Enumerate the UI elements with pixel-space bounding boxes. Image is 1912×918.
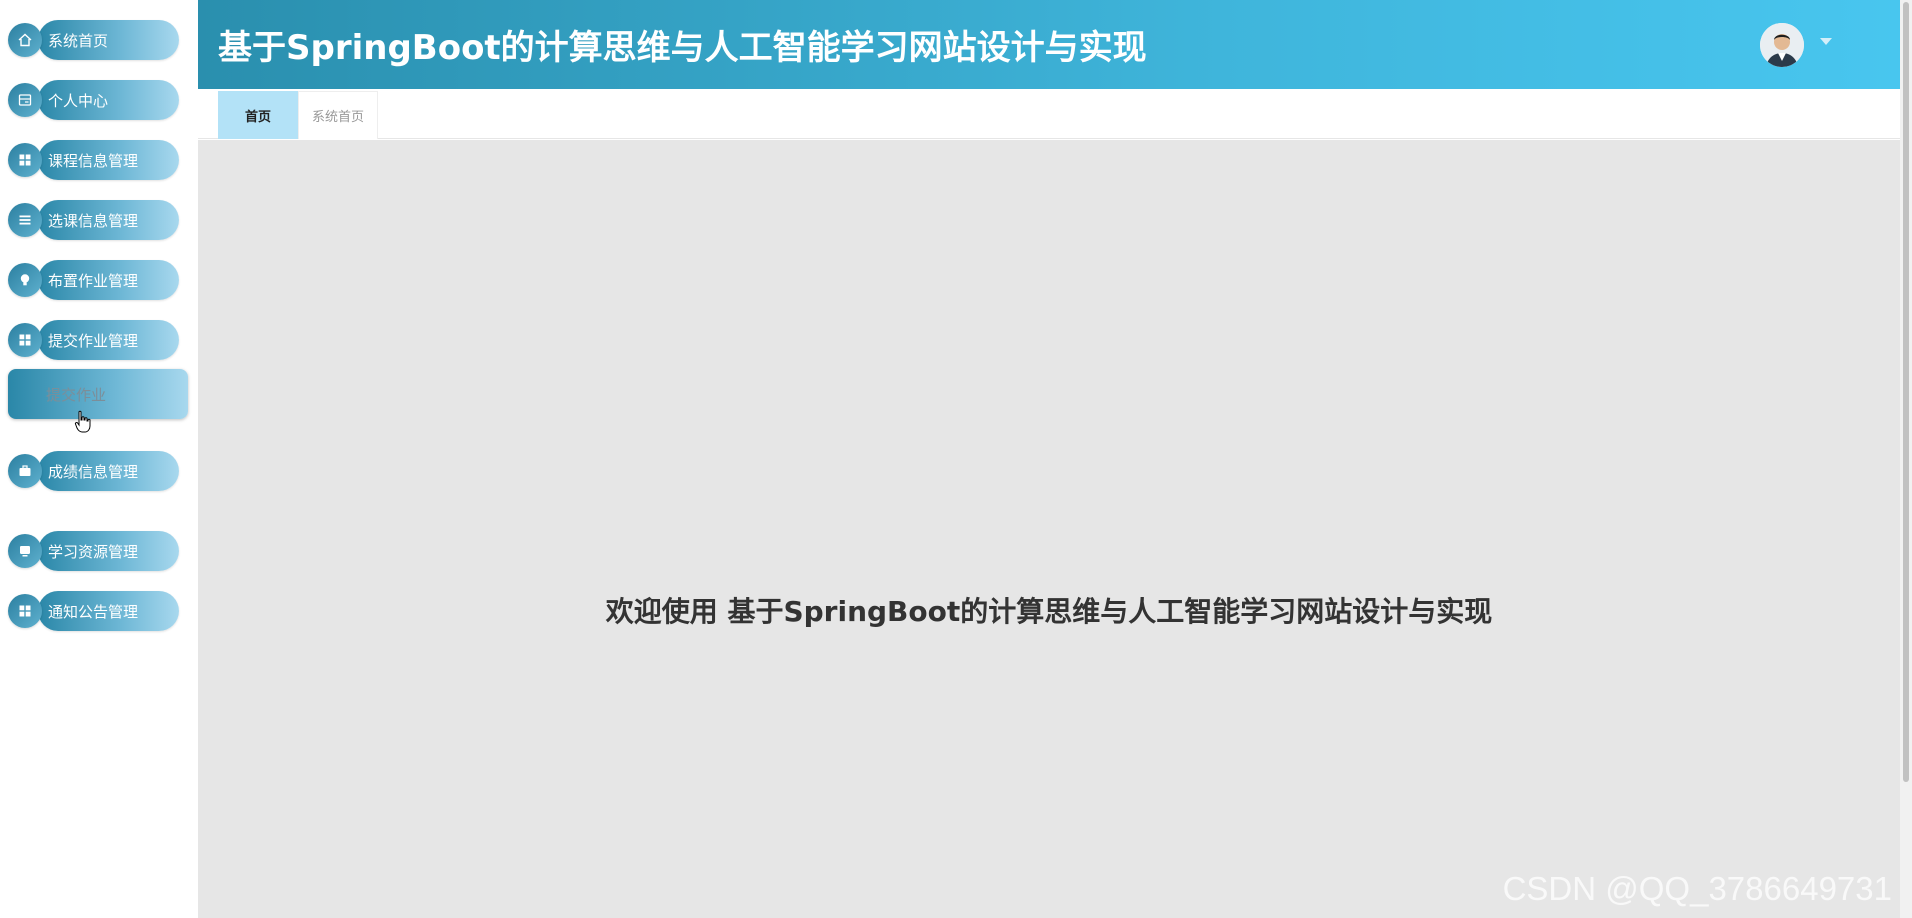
avatar[interactable] — [1760, 23, 1804, 67]
sidebar: 系统首页 个人中心 课程信息管理 选课信息管理 布置作业管理 提交作业管理 提交… — [0, 0, 198, 918]
sidebar-item-grade-info[interactable]: 成绩信息管理 — [8, 451, 179, 491]
main-content: 欢迎使用 基于SpringBoot的计算思维与人工智能学习网站设计与实现 CSD… — [198, 140, 1900, 918]
sidebar-item-submit-homework[interactable]: 提交作业 — [8, 369, 188, 419]
sidebar-item-label: 课程信息管理 — [38, 140, 179, 180]
top-header: 基于SpringBoot的计算思维与人工智能学习网站设计与实现 — [198, 0, 1900, 89]
sidebar-item-label: 成绩信息管理 — [38, 451, 179, 491]
sidebar-item-label: 布置作业管理 — [38, 260, 179, 300]
monitor-icon — [8, 534, 42, 568]
sidebar-item-label: 系统首页 — [38, 20, 179, 60]
tabs-bar: 首页 系统首页 — [198, 89, 1900, 139]
sidebar-item-label: 提交作业 — [46, 385, 107, 404]
tab-home[interactable]: 首页 — [218, 91, 298, 139]
user-avatar-icon — [1760, 23, 1804, 67]
bulb-icon — [8, 263, 42, 297]
list-icon — [8, 203, 42, 237]
page-title: 基于SpringBoot的计算思维与人工智能学习网站设计与实现 — [218, 28, 1147, 68]
home-icon — [8, 23, 42, 57]
sidebar-item-system-home[interactable]: 系统首页 — [8, 20, 179, 60]
briefcase-icon — [8, 454, 42, 488]
sidebar-item-label: 学习资源管理 — [38, 531, 179, 571]
app-root: 系统首页 个人中心 课程信息管理 选课信息管理 布置作业管理 提交作业管理 提交… — [0, 0, 1912, 918]
sidebar-item-assign-homework[interactable]: 布置作业管理 — [8, 260, 179, 300]
sidebar-item-personal-center[interactable]: 个人中心 — [8, 80, 179, 120]
sidebar-item-label: 通知公告管理 — [38, 591, 179, 631]
scrollbar[interactable] — [1900, 0, 1912, 918]
grid-icon — [8, 323, 42, 357]
grid-icon — [8, 143, 42, 177]
sidebar-item-label: 提交作业管理 — [38, 320, 179, 360]
welcome-text: 欢迎使用 基于SpringBoot的计算思维与人工智能学习网站设计与实现 — [605, 595, 1493, 628]
id-card-icon — [8, 83, 42, 117]
sidebar-item-learning-resources[interactable]: 学习资源管理 — [8, 531, 179, 571]
tab-system-home[interactable]: 系统首页 — [298, 91, 378, 139]
sidebar-item-notice[interactable]: 通知公告管理 — [8, 591, 179, 631]
grid-icon — [8, 594, 42, 628]
sidebar-item-course-info[interactable]: 课程信息管理 — [8, 140, 179, 180]
hand-cursor-icon — [74, 410, 91, 433]
sidebar-item-label: 选课信息管理 — [38, 200, 179, 240]
sidebar-item-submit-homework-manage[interactable]: 提交作业管理 — [8, 320, 179, 360]
sidebar-item-label: 个人中心 — [38, 80, 179, 120]
chevron-down-icon[interactable] — [1820, 38, 1832, 45]
sidebar-item-course-selection[interactable]: 选课信息管理 — [8, 200, 179, 240]
watermark-text: CSDN @QQ_3786649731 — [1502, 870, 1892, 907]
scrollbar-thumb[interactable] — [1903, 2, 1909, 782]
